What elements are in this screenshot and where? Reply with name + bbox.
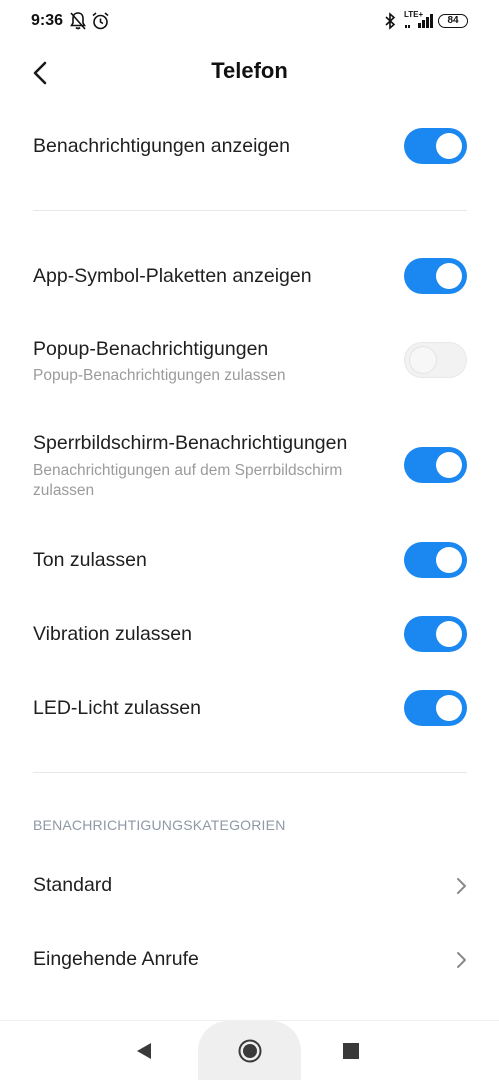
popup-toggle[interactable] <box>404 342 467 378</box>
setting-label: Ton zulassen <box>33 549 147 571</box>
bluetooth-icon <box>385 12 396 30</box>
setting-row-vibration[interactable]: Vibration zulassen <box>0 608 499 664</box>
setting-label: LED-Licht zulassen <box>33 697 201 719</box>
badges-toggle[interactable] <box>404 258 467 294</box>
back-triangle-icon[interactable] <box>134 1040 154 1062</box>
status-time: 9:36 <box>31 12 64 29</box>
sound-toggle[interactable] <box>404 542 467 578</box>
divider <box>33 210 467 211</box>
status-bar: 9:36 LTE+ 84 <box>0 0 499 44</box>
signal-icon <box>405 14 433 28</box>
setting-sublabel: Benachrichtigungen auf dem Sperrbildschi… <box>33 462 343 499</box>
divider <box>33 772 467 773</box>
categories-section-header: BENACHRICHTIGUNGSKATEGORIEN <box>33 817 286 833</box>
setting-label: Vibration zulassen <box>33 623 192 645</box>
setting-sublabel: Popup-Benachrichtigungen zulassen <box>33 367 286 384</box>
category-label: Eingehende Anrufe <box>33 948 199 970</box>
page-title: Telefon <box>211 58 288 83</box>
setting-label: Sperrbildschirm-Benachrichtigungen <box>33 432 348 454</box>
setting-row-badges[interactable]: App-Symbol-Plaketten anzeigen <box>0 250 499 306</box>
category-item-standard[interactable]: Standard <box>0 858 499 914</box>
bell-off-icon <box>70 12 86 30</box>
setting-row-sound[interactable]: Ton zulassen <box>0 534 499 590</box>
navigation-bar <box>0 1020 499 1080</box>
recents-square-icon[interactable] <box>342 1042 360 1060</box>
setting-row-lockscreen[interactable]: Sperrbildschirm-Benachrichtigungen Benac… <box>0 428 499 508</box>
chevron-right-icon <box>457 878 466 894</box>
vibration-toggle[interactable] <box>404 616 467 652</box>
setting-label: App-Symbol-Plaketten anzeigen <box>33 265 312 287</box>
chevron-right-icon <box>457 952 466 968</box>
setting-label: Popup-Benachrichtigungen <box>33 338 269 360</box>
lockscreen-toggle[interactable] <box>404 447 467 483</box>
setting-row-popup[interactable]: Popup-Benachrichtigungen Popup-Benachric… <box>0 334 499 394</box>
category-label: Standard <box>33 874 113 896</box>
notification-settings-screen: 9:36 LTE+ 84 Telefon Benachrichtigungen … <box>0 0 499 1080</box>
category-item-incoming-calls[interactable]: Eingehende Anrufe <box>0 932 499 988</box>
alarm-clock-icon <box>92 12 109 30</box>
setting-label: Benachrichtigungen anzeigen <box>33 135 290 157</box>
battery-icon: 84 <box>438 14 468 28</box>
setting-row-show-notifications[interactable]: Benachrichtigungen anzeigen <box>0 120 499 176</box>
show-notifications-toggle[interactable] <box>404 128 467 164</box>
home-circle-icon[interactable] <box>237 1038 263 1064</box>
led-toggle[interactable] <box>404 690 467 726</box>
setting-row-led[interactable]: LED-Licht zulassen <box>0 682 499 738</box>
